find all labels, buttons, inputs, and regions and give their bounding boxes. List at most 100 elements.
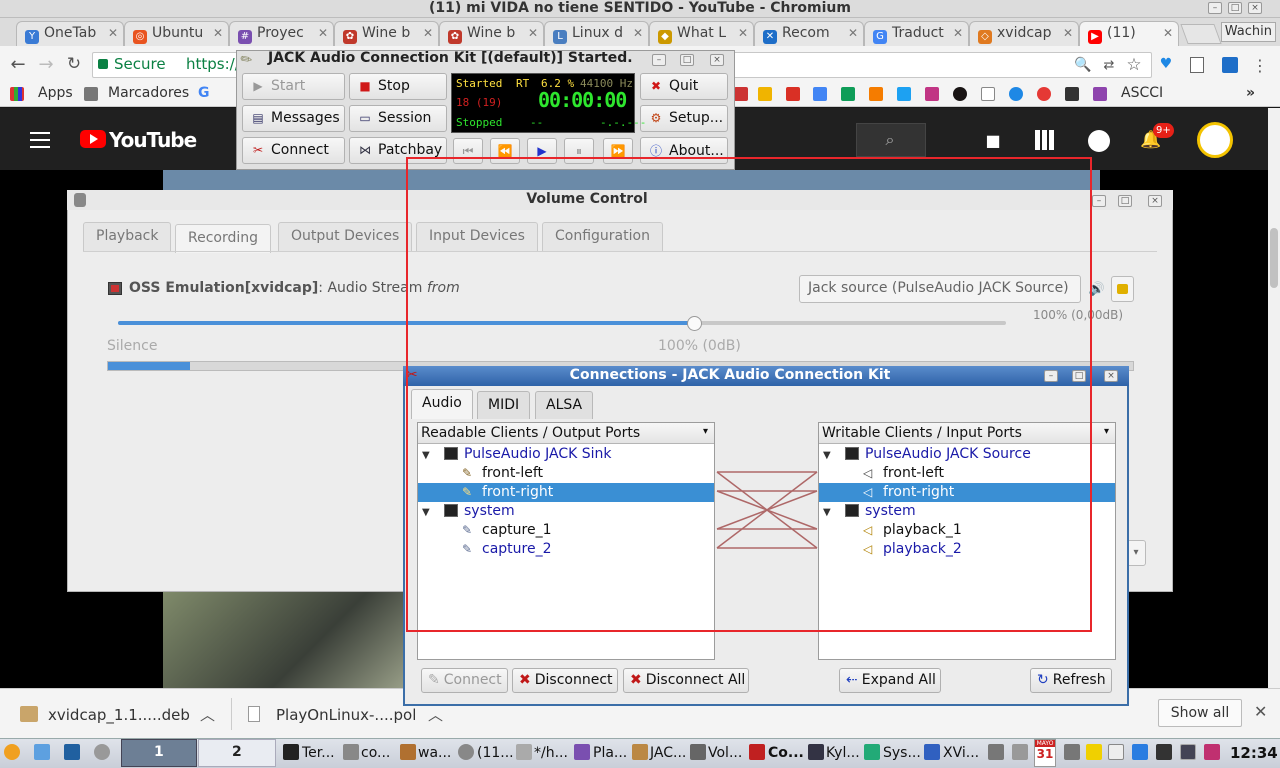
bookmark-star-icon[interactable]: ☆ [1124,55,1144,75]
expand-all-button[interactable]: ⇠ Expand All [839,668,941,693]
browser-tab[interactable]: ✿ Wine b ✕ [334,21,439,46]
new-tab-button[interactable] [1180,24,1222,44]
download-item-label[interactable]: PlayOnLinux-....pol [276,706,416,724]
reload-icon[interactable]: ↻ [64,54,84,74]
maximize-icon[interactable]: □ [680,54,694,66]
extension-icon[interactable]: ♥ [1158,56,1174,72]
chevron-up-icon[interactable]: ︿ [200,704,215,725]
hamburger-menu-icon[interactable] [30,132,50,148]
profile-button[interactable]: Wachin [1220,22,1276,42]
forward-icon[interactable]: → [36,54,56,75]
zoom-icon[interactable]: 🔍 [1074,56,1092,74]
apps-grid-icon[interactable] [1035,130,1055,150]
extension-save-icon[interactable] [1222,57,1238,73]
tab-close-icon[interactable]: ✕ [1163,26,1173,40]
bookmark-favicon-icon[interactable] [1037,87,1051,101]
tab-close-icon[interactable]: ✕ [848,26,858,40]
tab-close-icon[interactable]: ✕ [318,26,328,40]
workspace-2[interactable]: 2 [198,739,276,767]
browser-tab[interactable]: ◎ Ubuntu ✕ [124,21,229,46]
taskbar-item[interactable]: co... [361,745,390,761]
browser-tab[interactable]: G Traduct ✕ [864,21,969,46]
secure-indicator[interactable]: Secure [98,55,166,73]
close-icon[interactable]: × [710,54,724,66]
book-icon[interactable] [1108,744,1124,760]
bookmark-favicon-icon[interactable] [1093,87,1107,101]
browser-tab[interactable]: Y OneTab ✕ [16,21,124,46]
dropbox-icon[interactable] [1132,744,1148,760]
google-icon[interactable]: G [198,85,210,101]
messages-button[interactable]: ▤ Messages [242,105,345,132]
browser-tab-active[interactable]: ▶ (11) ✕ [1079,21,1179,46]
tab-close-icon[interactable]: ✕ [528,26,538,40]
minimize-icon[interactable]: – [1092,195,1106,207]
bookmark-favicon-icon[interactable] [1009,87,1023,101]
tab-close-icon[interactable]: ✕ [633,26,643,40]
tab-playback[interactable]: Playback [83,222,172,251]
close-icon[interactable]: × [1248,2,1262,14]
maximize-icon[interactable]: □ [1118,195,1132,207]
sheets-icon[interactable] [841,87,855,101]
tab-close-icon[interactable]: ✕ [108,26,118,40]
extension-page-icon[interactable] [1190,57,1204,73]
bookmark-favicon-icon[interactable] [1065,87,1079,101]
browser-tab[interactable]: L Linux d ✕ [544,21,649,46]
launcher-icon[interactable] [64,744,80,760]
page-icon[interactable] [981,87,995,101]
lock-channels-button[interactable] [1111,276,1134,302]
bookmark-ascci[interactable]: ASCCI [1121,85,1163,101]
disconnect-all-button[interactable]: ✖ Disconnect All [623,668,749,693]
bookmark-favicon-icon[interactable] [734,87,748,101]
youtube-logo-icon[interactable] [80,130,106,148]
youtube-logo-text[interactable]: YouTube [109,128,197,152]
speaker-icon[interactable] [988,744,1004,760]
browser-tab[interactable]: ◆ What L ✕ [649,21,754,46]
wifi-icon[interactable] [1012,744,1028,760]
taskbar-item[interactable]: (11... [477,745,514,761]
more-bookmarks-icon[interactable]: » [1246,85,1255,101]
workspace-1[interactable]: 1 [121,739,197,767]
tray-icon[interactable] [1204,744,1220,760]
tab-close-icon[interactable]: ✕ [423,26,433,40]
page-scrollbar[interactable] [1268,108,1280,688]
messages-icon[interactable] [1088,130,1110,152]
tray-icon[interactable] [1064,744,1080,760]
taskbar-item[interactable]: */h... [534,745,568,761]
connect-button[interactable]: ✂ Connect [242,137,345,164]
clock[interactable]: 12:34 [1230,744,1278,762]
calendar-icon[interactable]: MAYO 31 [1034,739,1056,767]
taskbar-item[interactable]: Kyl... [826,745,860,761]
translate-icon[interactable]: ⇄ [1100,56,1118,74]
show-all-button[interactable]: Show all [1158,699,1242,727]
start-button[interactable]: ▶ Start [242,73,345,100]
chevron-up-icon[interactable]: ︿ [428,704,443,725]
back-icon[interactable]: ← [8,54,28,75]
blogger-icon[interactable] [869,87,883,101]
close-icon[interactable]: × [1148,195,1162,207]
taskbar-item[interactable]: JAC... [650,745,686,761]
stop-button[interactable]: ■ Stop [349,73,447,100]
url-text[interactable]: https:// [186,55,240,73]
session-button[interactable]: ▭ Session [349,105,447,132]
taskbar-item[interactable]: Sys... [883,745,921,761]
tab-close-icon[interactable]: ✕ [213,26,223,40]
tab-recording[interactable]: Recording [175,224,272,253]
connect-ports-button[interactable]: ✎ Connect [421,668,508,693]
download-item-label[interactable]: xvidcap_1.1.....deb [48,706,190,724]
bookmark-apps[interactable]: Apps [38,85,73,101]
minimize-icon[interactable]: – [1208,2,1222,14]
start-menu-icon[interactable] [4,744,20,760]
display-icon[interactable] [1180,744,1196,760]
bookmark-marcadores[interactable]: Marcadores [108,85,189,101]
maximize-icon[interactable]: □ [1228,2,1242,14]
setup-button[interactable]: ⚙ Setup... [640,105,728,132]
disconnect-button[interactable]: ✖ Disconnect [512,668,618,693]
browser-tab[interactable]: ◇ xvidcap ✕ [969,21,1079,46]
docs-icon[interactable] [813,87,827,101]
notes-icon[interactable] [1086,744,1102,760]
taskbar-item-active[interactable]: Co... [768,745,804,761]
tab-output-devices[interactable]: Output Devices [278,222,413,251]
taskbar-item[interactable]: Pla... [593,745,627,761]
instagram-icon[interactable] [925,87,939,101]
bookmark-favicon-icon[interactable] [758,87,772,101]
